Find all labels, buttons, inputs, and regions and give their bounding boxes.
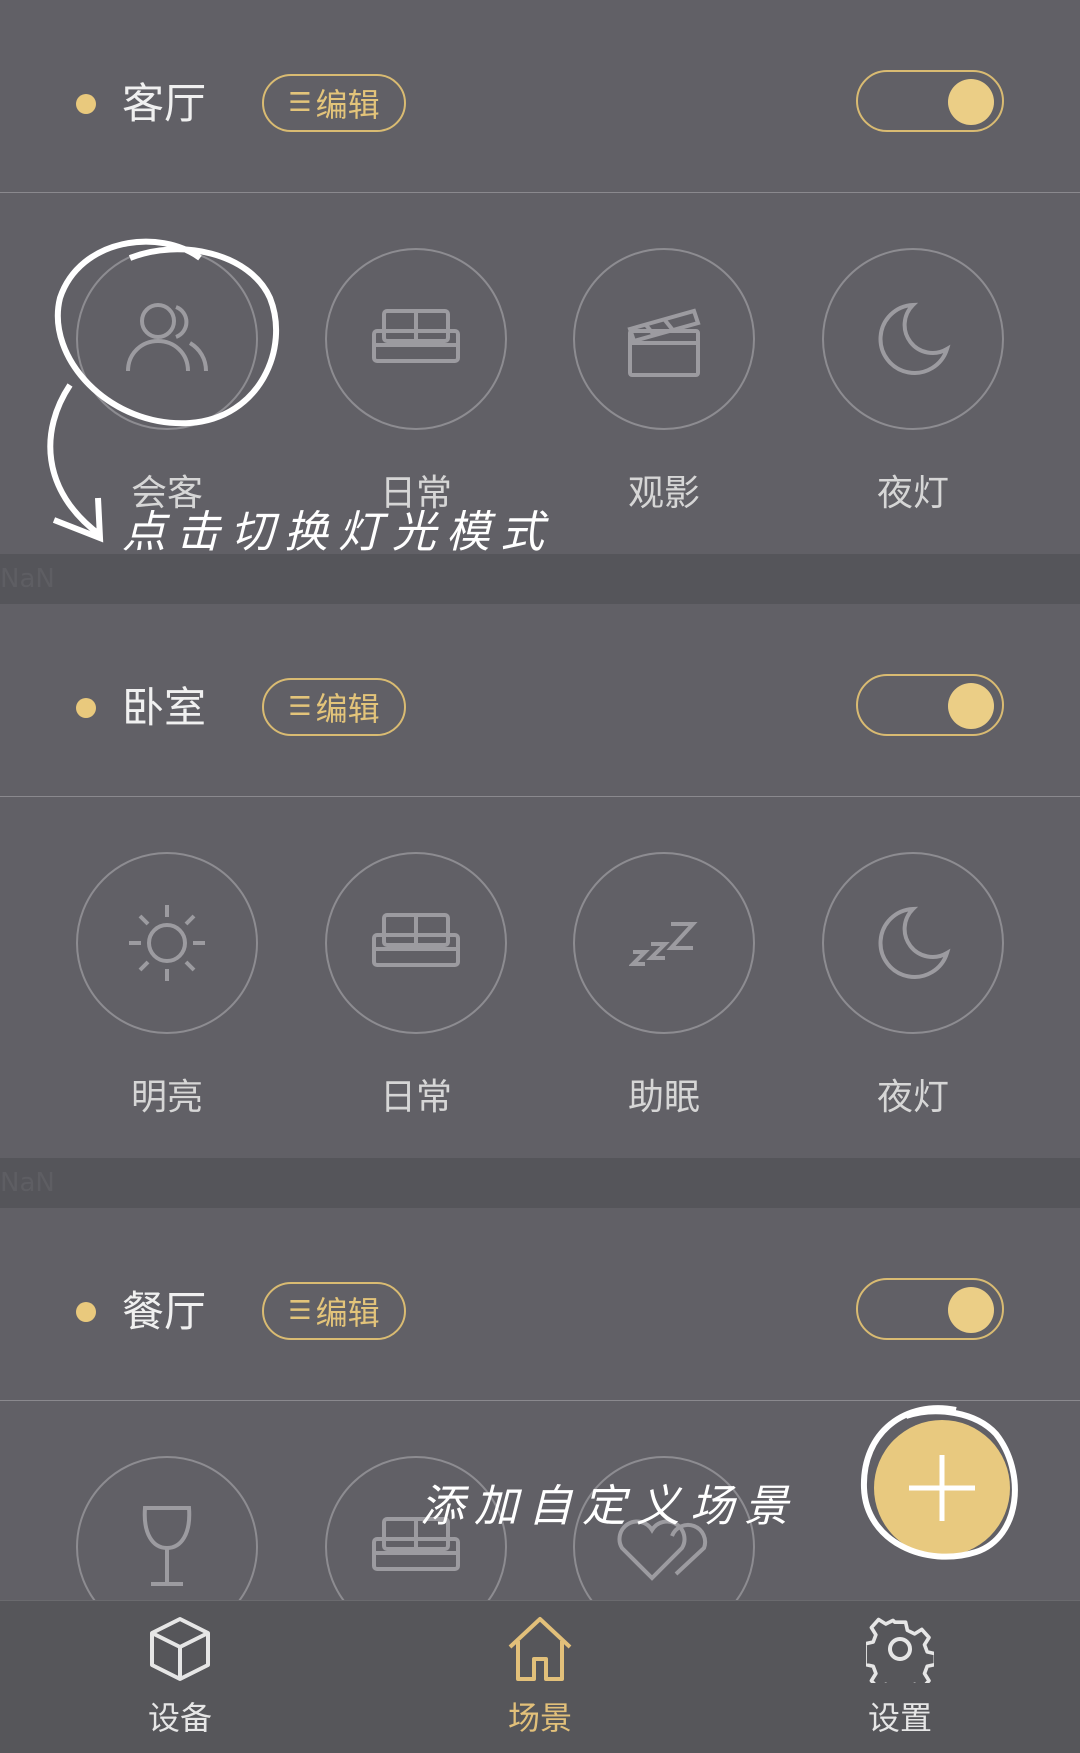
clapperboard-icon [627,308,701,377]
sofa-icon [372,309,460,363]
gear-icon [863,1617,938,1698]
toggle-knob [948,1287,994,1333]
sun-icon [129,905,205,981]
room-indicator-dot [76,698,96,718]
room-title: 卧室 [122,683,207,732]
toggle-knob [948,683,994,729]
room-title: 餐厅 [122,1287,207,1336]
tab-label: 设备 [147,1699,212,1737]
scene-button[interactable] [76,1456,258,1600]
room-indicator-dot [76,1302,96,1322]
scene-item[interactable]: 日常 [325,248,507,516]
tab-label: 场景 [507,1699,572,1737]
scene-item[interactable]: 日常 [325,852,507,1120]
scene-label: 明亮 [130,1077,203,1118]
scene-label: 日常 [379,1077,452,1118]
section-separator: NaN [0,554,1080,604]
section-separator: NaN [0,1158,1080,1208]
scene-item[interactable]: 夜灯 [822,852,1004,1120]
scene-grid: 明亮 日常 助眠 夜灯 [0,796,1080,1158]
tab-scenes[interactable]: 场景 [450,1615,630,1739]
room-title: 客厅 [122,79,207,128]
list-icon: ☰ [288,1296,312,1326]
room-toggle[interactable] [856,674,1004,736]
room-indicator-dot [76,94,96,114]
tab-devices[interactable]: 设备 [90,1615,270,1739]
edit-button[interactable]: ☰ 编辑 [262,678,406,736]
room-toggle[interactable] [856,1278,1004,1340]
scene-button[interactable] [76,852,258,1034]
cube-icon [150,1617,210,1681]
sofa-icon [372,913,460,967]
list-icon: ☰ [288,692,312,722]
scene-button[interactable] [325,248,507,430]
scene-label: 夜灯 [876,473,949,514]
scene-item[interactable]: 观影 [573,248,755,516]
tap-hint-annotation: 点击切换灯光模式 [122,507,554,558]
edit-label: 编辑 [315,690,380,728]
scene-button[interactable] [822,248,1004,430]
scene-label: 助眠 [627,1077,700,1118]
scene-button[interactable] [822,852,1004,1034]
scene-button[interactable] [325,852,507,1034]
room-header: 餐厅 ☰ 编辑 [0,1208,1080,1401]
edit-button[interactable]: ☰ 编辑 [262,74,406,132]
sleep-zzz-icon [629,922,698,966]
hand-drawn-arrow [47,383,104,543]
wine-glass-icon [142,1506,192,1586]
scene-button[interactable] [573,852,755,1034]
add-scene-button[interactable] [874,1420,1010,1556]
room-toggle[interactable] [856,70,1004,132]
scene-item[interactable] [76,1456,258,1600]
plus-icon [909,1455,975,1521]
bottom-tab-bar: 设备 场景 设置 [0,1600,1080,1753]
scene-button[interactable] [573,248,755,430]
scene-item[interactable]: 明亮 [76,852,258,1120]
scene-item[interactable]: 助眠 [573,852,755,1120]
edit-label: 编辑 [315,86,380,124]
toggle-knob [948,79,994,125]
add-hint-annotation: 添加自定义场景 [420,1481,798,1532]
scene-item[interactable]: 夜灯 [822,248,1004,516]
home-icon [508,1617,572,1681]
list-icon: ☰ [288,88,312,118]
moon-icon [878,302,951,375]
edit-button[interactable]: ☰ 编辑 [262,1282,406,1340]
moon-icon [878,906,951,979]
room-header: 客厅 ☰ 编辑 [0,0,1080,193]
edit-label: 编辑 [315,1294,380,1332]
scene-label: 夜灯 [876,1077,949,1118]
tab-label: 设置 [867,1699,932,1737]
tab-settings[interactable]: 设置 [810,1615,990,1739]
room-header: 卧室 ☰ 编辑 [0,604,1080,797]
scene-label: 观影 [627,473,700,514]
